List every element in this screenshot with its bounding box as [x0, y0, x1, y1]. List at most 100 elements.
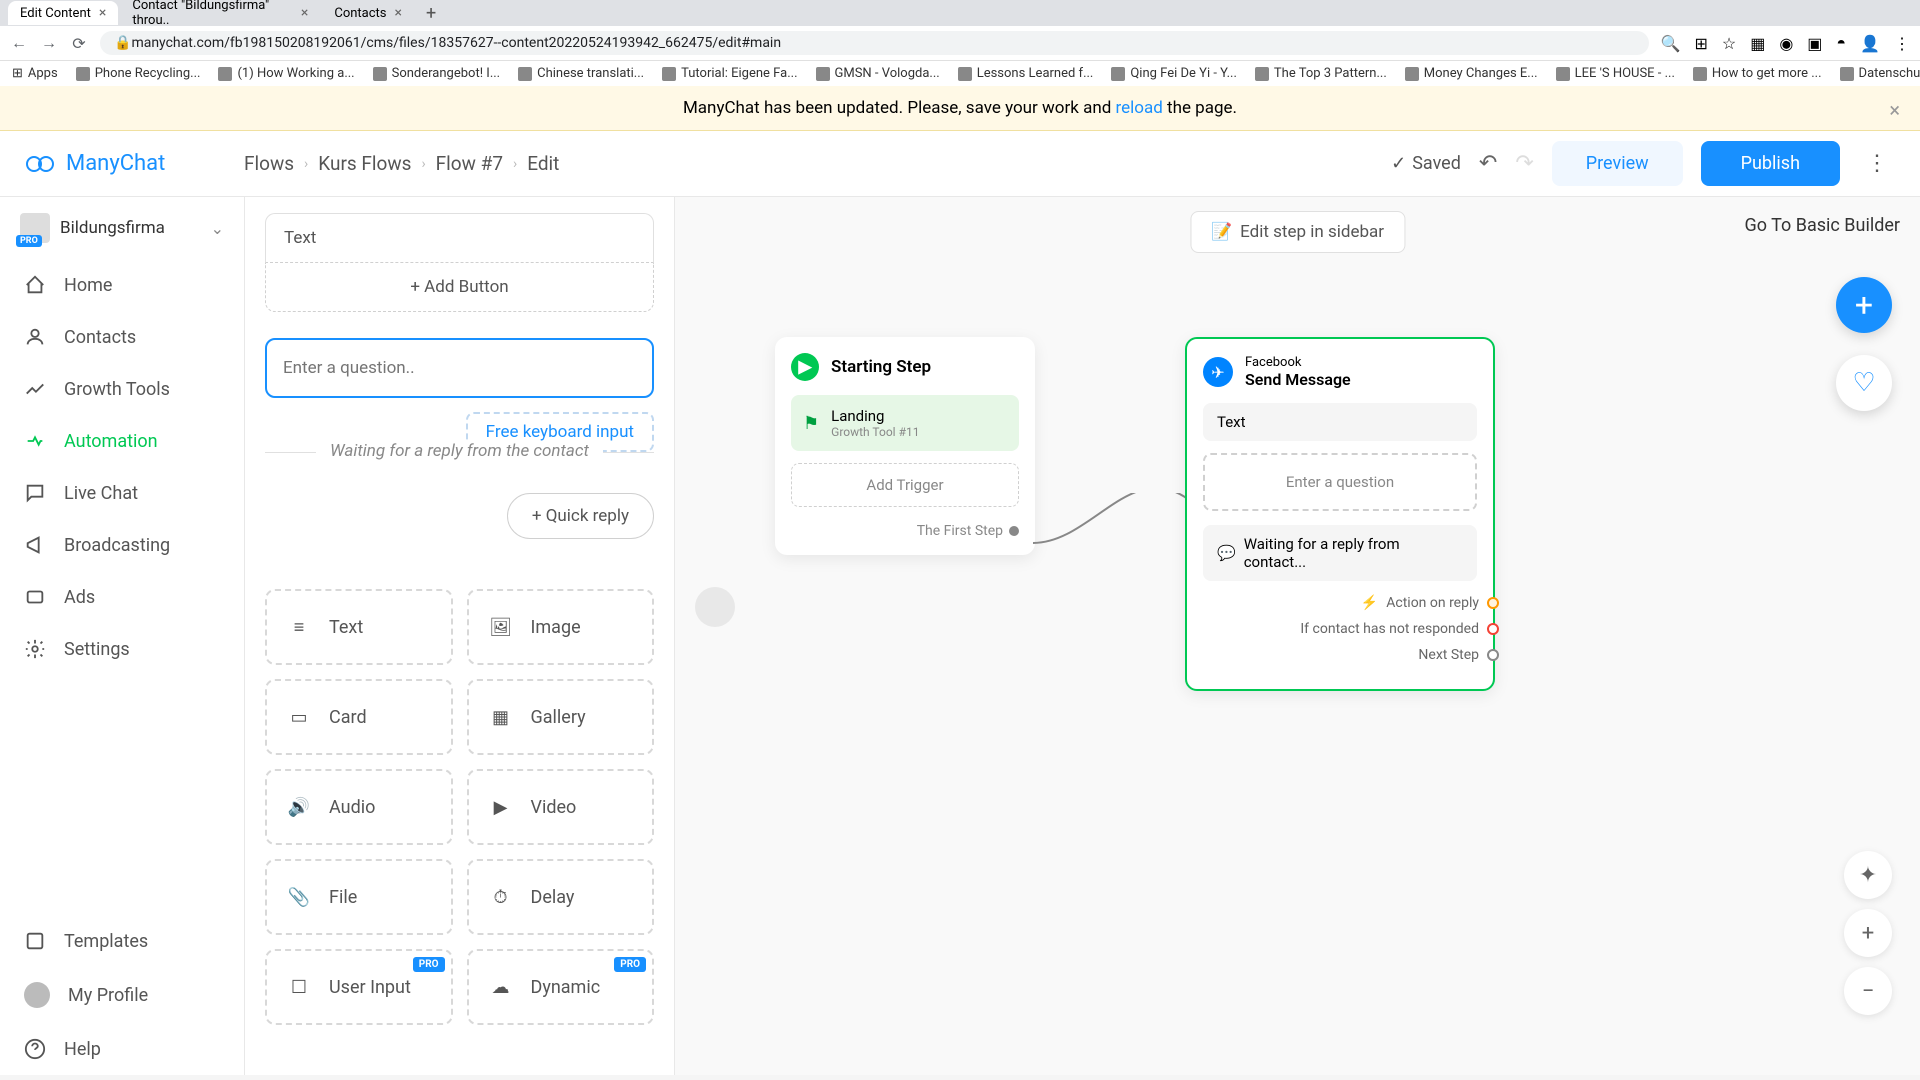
- connector-dot[interactable]: [1487, 597, 1499, 609]
- collapse-panel-handle[interactable]: [695, 587, 735, 627]
- tile-card[interactable]: ▭Card: [265, 679, 453, 755]
- ext2-icon[interactable]: ◉: [1779, 34, 1793, 53]
- first-step-output[interactable]: The First Step: [791, 523, 1019, 539]
- bookmark[interactable]: GMSN - Vologda...: [816, 66, 940, 81]
- ext1-icon[interactable]: ▦: [1750, 34, 1765, 53]
- browser-chrome: Edit Content× Contact "Bildungsfirma" th…: [0, 0, 1920, 60]
- sidebar-item-ads[interactable]: Ads: [0, 571, 244, 623]
- tile-video[interactable]: ▶Video: [467, 769, 655, 845]
- sidebar-item-automation[interactable]: Automation: [0, 415, 244, 467]
- redo-button[interactable]: ↷: [1515, 151, 1533, 176]
- preview-button[interactable]: Preview: [1552, 141, 1683, 186]
- send-message-node[interactable]: ✈ Facebook Send Message Text Enter a que…: [1185, 337, 1495, 691]
- zoom-out-button[interactable]: −: [1844, 967, 1892, 1015]
- breadcrumb-item[interactable]: Flow #7: [436, 152, 503, 175]
- canvas-toolbar: 📝 Edit step in sidebar: [1190, 211, 1405, 253]
- connector-dot[interactable]: [1487, 623, 1499, 635]
- sidebar-item-contacts[interactable]: Contacts: [0, 311, 244, 363]
- zoom-icon[interactable]: 🔍: [1661, 34, 1681, 53]
- bookmark[interactable]: LEE 'S HOUSE - ...: [1556, 66, 1675, 81]
- connector-dot[interactable]: [1487, 649, 1499, 661]
- header-actions: ✓Saved ↶ ↷ Preview Publish ⋮: [1391, 141, 1896, 186]
- tile-dynamic[interactable]: ☁DynamicPRO: [467, 949, 655, 1025]
- browser-tab[interactable]: Contacts×: [322, 1, 414, 25]
- close-icon[interactable]: ×: [301, 5, 308, 21]
- no-response-output[interactable]: If contact has not responded: [1203, 621, 1477, 637]
- ext3-icon[interactable]: ▣: [1807, 34, 1822, 53]
- browser-tab[interactable]: Contact "Bildungsfirma" throu..×: [120, 0, 320, 32]
- bookmark[interactable]: Money Changes E...: [1405, 66, 1538, 81]
- bookmark[interactable]: Sonderangebot! I...: [373, 66, 501, 81]
- chat-icon: [24, 482, 46, 504]
- sidebar-item-growth-tools[interactable]: Growth Tools: [0, 363, 244, 415]
- sidebar-item-templates[interactable]: Templates: [0, 915, 244, 967]
- tile-audio[interactable]: 🔊Audio: [265, 769, 453, 845]
- close-icon[interactable]: ×: [1889, 98, 1900, 122]
- text-chip[interactable]: Text: [1203, 403, 1477, 441]
- bookmark[interactable]: (1) How Working a...: [218, 66, 354, 81]
- chevron-right-icon: ›: [513, 156, 517, 172]
- forward-icon[interactable]: →: [40, 34, 58, 52]
- add-step-fab[interactable]: +: [1836, 277, 1892, 333]
- bookmark[interactable]: Phone Recycling...: [76, 66, 201, 81]
- trigger-chip[interactable]: ⚑ Landing Growth Tool #11: [791, 395, 1019, 451]
- bookmark[interactable]: Lessons Learned f...: [958, 66, 1094, 81]
- tile-user-input[interactable]: ☐User InputPRO: [265, 949, 453, 1025]
- new-tab-button[interactable]: +: [416, 0, 446, 28]
- sidebar-item-live-chat[interactable]: Live Chat: [0, 467, 244, 519]
- bookmark[interactable]: The Top 3 Pattern...: [1255, 66, 1387, 81]
- gallery-icon: ▦: [487, 703, 515, 731]
- add-button[interactable]: + Add Button: [265, 263, 654, 312]
- sidebar-item-profile[interactable]: My Profile: [0, 967, 244, 1023]
- next-step-output[interactable]: Next Step: [1203, 647, 1477, 663]
- logo[interactable]: ManyChat: [24, 148, 244, 180]
- extension-icon[interactable]: ⊞: [1694, 34, 1707, 53]
- close-icon[interactable]: ×: [99, 5, 106, 21]
- tile-delay[interactable]: ⏱Delay: [467, 859, 655, 935]
- tile-text[interactable]: ≡Text: [265, 589, 453, 665]
- publish-button[interactable]: Publish: [1701, 141, 1840, 186]
- star-icon[interactable]: ☆: [1722, 34, 1736, 53]
- action-on-reply-output[interactable]: ⚡Action on reply: [1203, 595, 1477, 611]
- breadcrumb-item[interactable]: Kurs Flows: [318, 152, 411, 175]
- go-basic-builder-link[interactable]: Go To Basic Builder: [1745, 215, 1901, 236]
- reload-link[interactable]: reload: [1116, 98, 1163, 118]
- sidebar-item-home[interactable]: Home: [0, 259, 244, 311]
- profile-icon[interactable]: 👤: [1860, 34, 1880, 53]
- sidebar-item-help[interactable]: Help: [0, 1023, 244, 1075]
- more-menu-icon[interactable]: ⋮: [1858, 151, 1896, 176]
- address-bar[interactable]: 🔒 manychat.com/fb198150208192061/cms/fil…: [100, 31, 1649, 55]
- text-block[interactable]: Text: [265, 213, 654, 263]
- close-icon[interactable]: ×: [395, 5, 402, 21]
- tile-file[interactable]: 📎File: [265, 859, 453, 935]
- browser-tab[interactable]: Edit Content×: [8, 1, 118, 25]
- sidebar-item-settings[interactable]: Settings: [0, 623, 244, 675]
- undo-button[interactable]: ↶: [1479, 151, 1497, 176]
- quick-reply-button[interactable]: + Quick reply: [507, 493, 654, 539]
- bookmark[interactable]: Chinese translati...: [518, 66, 644, 81]
- add-trigger-button[interactable]: Add Trigger: [791, 463, 1019, 507]
- sidebar-item-broadcasting[interactable]: Broadcasting: [0, 519, 244, 571]
- tile-image[interactable]: 🖼Image: [467, 589, 655, 665]
- bookmark[interactable]: Qing Fei De Yi - Y...: [1111, 66, 1237, 81]
- bookmark[interactable]: ⊞Apps: [12, 66, 58, 81]
- tile-gallery[interactable]: ▦Gallery: [467, 679, 655, 755]
- bookmark[interactable]: Tutorial: Eigene Fa...: [662, 66, 797, 81]
- zoom-in-button[interactable]: +: [1844, 909, 1892, 957]
- menu-icon[interactable]: ⋮: [1894, 34, 1910, 53]
- org-selector[interactable]: PRO Bildungsfirma ⌄: [0, 197, 244, 259]
- auto-layout-button[interactable]: ✦: [1844, 851, 1892, 899]
- reload-icon[interactable]: ⟳: [70, 34, 88, 52]
- starting-step-node[interactable]: ▶ Starting Step ⚑ Landing Growth Tool #1…: [775, 337, 1035, 555]
- flow-canvas[interactable]: 📝 Edit step in sidebar Go To Basic Build…: [675, 197, 1920, 1075]
- breadcrumb-item[interactable]: Flows: [244, 152, 294, 175]
- bookmark[interactable]: Datenschutz – Re...: [1840, 66, 1920, 81]
- ext4-icon[interactable]: ◓: [1836, 33, 1846, 53]
- bookmark[interactable]: How to get more ...: [1693, 66, 1822, 81]
- question-input[interactable]: [265, 338, 654, 398]
- edit-step-sidebar-button[interactable]: 📝 Edit step in sidebar: [1190, 211, 1405, 253]
- favorite-fab[interactable]: ♡: [1836, 355, 1892, 411]
- question-placeholder[interactable]: Enter a question: [1203, 453, 1477, 511]
- connector-dot[interactable]: [1009, 526, 1019, 536]
- back-icon[interactable]: ←: [10, 34, 28, 52]
